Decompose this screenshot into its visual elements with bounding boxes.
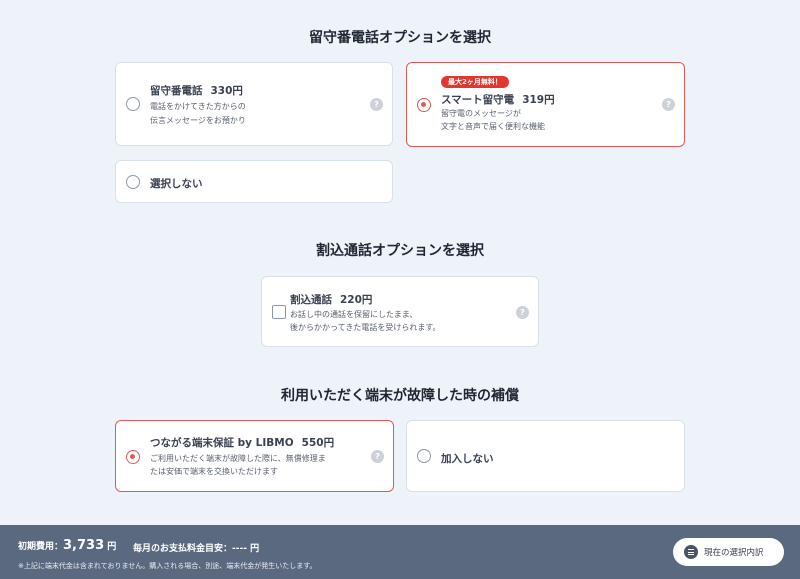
initial-cost: 初期費用：3,733 円 (18, 538, 116, 553)
device-protection-desc-2: たは安価で端末を交換いただけます (150, 467, 278, 476)
device-protection-price: 550円 (301, 437, 335, 449)
smart-voicemail-title: スマート留守電 319円 (441, 92, 555, 107)
voicemail-none-label: 選択しない (150, 178, 203, 190)
protection-none-label: 加入しない (441, 453, 494, 465)
callwaiting-option-desc-2: 後からかかってきた電話を受けられます。 (290, 323, 441, 332)
voicemail-option-radio[interactable] (126, 97, 140, 111)
help-icon[interactable]: ? (371, 450, 384, 463)
smart-voicemail-option-card[interactable]: 最大2ヶ月無料！ スマート留守電 319円 留守電のメッセージが 文字と音声で届く… (406, 62, 685, 147)
voicemail-option-name: 留守番電話 (150, 85, 203, 97)
protection-none-card[interactable]: 加入しない (406, 420, 685, 492)
monthly-estimate-value: ---- (232, 544, 247, 554)
callwaiting-option-title: 割込通話 220円 (290, 292, 372, 307)
device-protection-title: つながる端末保証 by LIBMO 550円 (150, 435, 334, 450)
free-months-badge: 最大2ヶ月無料！ (441, 76, 509, 88)
help-icon[interactable]: ? (662, 98, 675, 111)
device-cost-note: ※上記に端末代金は含まれておりません。購入される場合、別途、端末代金が発生いたし… (18, 562, 317, 570)
voicemail-none-card[interactable]: 選択しない (115, 160, 393, 203)
smart-voicemail-name: スマート留守電 (441, 94, 515, 106)
callwaiting-checkbox[interactable] (272, 305, 286, 319)
smart-voicemail-radio[interactable] (417, 98, 431, 112)
initial-cost-unit: 円 (107, 542, 117, 552)
help-icon[interactable]: ? (370, 98, 383, 111)
monthly-estimate: 毎月のお支払料金目安：---- 円 (133, 541, 259, 554)
callwaiting-option-desc-1: お話し中の通話を保留にしたまま、 (290, 310, 418, 319)
smart-voicemail-desc-1: 留守電のメッセージが (441, 109, 521, 118)
device-protection-desc-1: ご利用いただく端末が故障した際に、無償修理ま (150, 454, 326, 463)
voicemail-option-desc-1: 電話をかけてきた方からの (150, 102, 246, 111)
price-summary-footer: 初期費用：3,733 円 毎月のお支払料金目安：---- 円 ※上記に端末代金は… (0, 525, 800, 579)
device-protection-option-card[interactable]: つながる端末保証 by LIBMO 550円 ご利用いただく端末が故障した際に、無… (115, 420, 394, 492)
smart-voicemail-price: 319円 (522, 94, 555, 106)
callwaiting-option-card[interactable]: 割込通話 220円 お話し中の通話を保留にしたまま、 後からかかってきた電話を受け… (261, 276, 539, 347)
protection-none-radio[interactable] (417, 449, 431, 463)
protection-section-title: 利用いただく端末が故障した時の補償 (281, 388, 519, 404)
voicemail-section-title: 留守番電話オプションを選択 (309, 30, 491, 46)
voicemail-none-radio[interactable] (126, 175, 140, 189)
device-protection-radio[interactable] (126, 450, 140, 464)
current-selection-label: 現在の選択内訳 (704, 548, 764, 558)
voicemail-option-price: 330円 (210, 85, 243, 97)
callwaiting-option-price: 220円 (340, 294, 373, 306)
callwaiting-section-title: 割込通話オプションを選択 (316, 243, 484, 259)
smart-voicemail-desc-2: 文字と音声で届く便利な機能 (441, 122, 545, 131)
voicemail-option-title: 留守番電話 330円 (150, 83, 243, 98)
list-icon (684, 545, 698, 559)
monthly-estimate-unit: 円 (250, 544, 260, 554)
initial-cost-label: 初期費用： (18, 542, 64, 552)
current-selection-button[interactable]: 現在の選択内訳 (673, 538, 784, 566)
help-icon[interactable]: ? (516, 306, 529, 319)
voicemail-option-card[interactable]: 留守番電話 330円 電話をかけてきた方からの 伝言メッセージをお預かり ? (115, 62, 393, 146)
device-protection-name: つながる端末保証 by LIBMO (150, 437, 294, 449)
voicemail-option-desc-2: 伝言メッセージをお預かり (150, 116, 246, 125)
initial-cost-value: 3,733 (63, 538, 105, 553)
monthly-estimate-label: 毎月のお支払料金目安： (133, 544, 233, 554)
callwaiting-option-name: 割込通話 (290, 294, 332, 306)
